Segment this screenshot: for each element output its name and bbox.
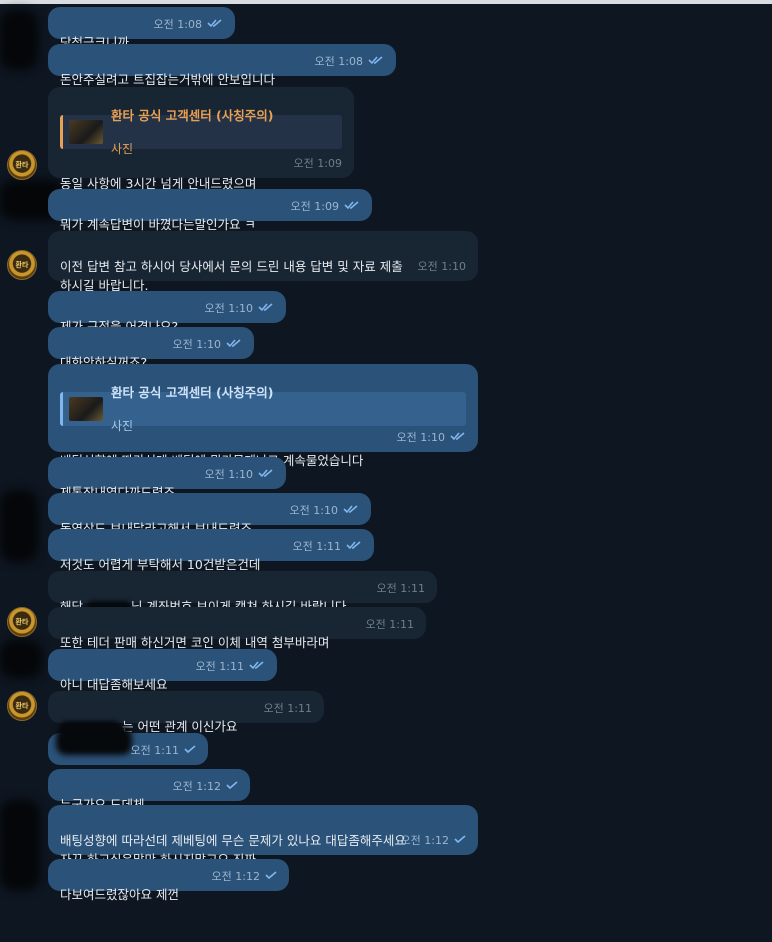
message-bubble-outgoing[interactable]: 제가 규정을 어겼나요? 오전 1:10 — [48, 291, 286, 334]
message-bubble-outgoing[interactable]: 당첨금크니까 오전 1:08 — [48, 7, 235, 50]
avatar[interactable]: 환타 — [7, 250, 37, 280]
avatar-label: 환타 — [15, 702, 29, 710]
window-top-edge — [0, 0, 772, 4]
message-bubble-outgoing[interactable]: 환타 공식 고객센터 (사칭주의) 사진 베팅성향에 따라선데 베팅에 뭐가문제… — [48, 364, 478, 468]
double-check-icon — [343, 501, 359, 520]
message-bubble-outgoing[interactable]: 뭐가 계속답변이 바꼈다는말인가요 ㅋ 오전 1:09 — [48, 189, 372, 232]
redaction-blur — [0, 10, 38, 70]
message-bubble-incoming[interactable]: 또한 테더 판매 하신거면 코인 이체 내역 첨부바라며 오전 1:11 — [48, 607, 426, 650]
avatar[interactable]: 환타 — [7, 150, 37, 180]
avatar-label: 환타 — [15, 161, 29, 169]
reply-preview[interactable]: 환타 공식 고객센터 (사칭주의) 사진 — [60, 108, 342, 156]
message-bubble-outgoing[interactable]: 저것도 어렵게 부탁해서 10건받은건데 오전 1:11 — [48, 529, 374, 572]
redaction-blur — [0, 490, 38, 562]
single-check-icon — [454, 831, 466, 850]
reply-subtitle: 사진 — [111, 419, 134, 433]
avatar-label: 환타 — [15, 261, 29, 269]
single-check-icon — [265, 867, 277, 886]
message-bubble-outgoing[interactable]: 배팅성향에 따라선데 제베팅에 무슨 문제가 있나요 대답좀해주세요 자꾸 하고… — [48, 805, 478, 867]
reply-subtitle: 사진 — [111, 142, 134, 156]
message-time: 오전 1:10 — [397, 428, 466, 447]
message-bubble-outgoing[interactable]: 아니 대답좀해보세요 오전 1:11 — [48, 649, 277, 692]
message-bubble-incoming[interactable]: 는 어떤 관계 이신가요 오전 1:11 — [48, 691, 324, 735]
message-bubble-incoming[interactable]: 해당 님 계좌번호 보이게 캡쳐 하시길 바랍니다 오전 1:11 — [48, 571, 437, 614]
avatar-label: 환타 — [15, 618, 29, 626]
message-time: 오전 1:10 — [205, 465, 274, 484]
avatar[interactable]: 환타 — [7, 607, 37, 637]
message-time: 오전 1:11 — [293, 537, 362, 556]
reply-thumbnail — [69, 120, 103, 144]
message-bubble-outgoing[interactable]: 대화안하실꺼죠? 오전 1:10 — [48, 327, 254, 370]
double-check-icon — [346, 537, 362, 556]
message-bubble-outgoing[interactable]: 돈안주실려고 트집잡는거밖에 안보입니다 오전 1:08 — [48, 44, 396, 87]
message-time: 오전 1:10 — [290, 501, 359, 520]
avatar[interactable]: 환타 — [7, 691, 37, 721]
double-check-icon — [450, 428, 466, 447]
reply-title: 환타 공식 고객센터 (사칭주의) — [111, 385, 274, 400]
message-time: 오전 1:12 — [401, 831, 466, 850]
message-time: 오전 1:11 — [376, 582, 425, 595]
message-time: 오전 1:11 — [196, 657, 265, 676]
message-time: 오전 1:11 — [263, 702, 312, 715]
message-time: 오전 1:10 — [417, 260, 466, 273]
message-time: 오전 1:09 — [293, 157, 342, 170]
reply-preview[interactable]: 환타 공식 고객센터 (사칭주의) 사진 — [60, 385, 466, 433]
message-bubble-outgoing[interactable]: 동영상도 보내달라고해서 보내드렷죠 오전 1:10 — [48, 493, 371, 536]
message-time: 오전 1:12 — [212, 867, 277, 886]
message-bubble-outgoing[interactable]: 제통장내역다까드렸죠 오전 1:10 — [48, 457, 286, 500]
message-time: 오전 1:12 — [173, 777, 238, 796]
double-check-icon — [207, 15, 223, 34]
message-bubble-incoming[interactable]: 이전 답변 참고 하시어 당사에서 문의 드린 내용 답변 및 자료 제출 하시… — [48, 231, 478, 293]
double-check-icon — [258, 465, 274, 484]
message-bubble-outgoing[interactable]: 오전 1:11 — [48, 727, 208, 765]
message-bubble-outgoing[interactable]: 다보여드렸잖아요 제껀 오전 1:12 — [48, 859, 289, 902]
message-time: 오전 1:11 — [131, 741, 196, 760]
double-check-icon — [249, 657, 265, 676]
message-time: 오전 1:11 — [365, 618, 414, 631]
double-check-icon — [344, 197, 360, 216]
message-bubble-outgoing[interactable]: 누군가요 도데체 오전 1:12 — [48, 769, 250, 812]
single-check-icon — [184, 741, 196, 760]
redacted-content — [56, 727, 132, 755]
message-time: 오전 1:08 — [315, 52, 384, 71]
redaction-blur — [0, 640, 42, 678]
message-time: 오전 1:08 — [154, 15, 223, 34]
double-check-icon — [368, 52, 384, 71]
message-time: 오전 1:10 — [173, 335, 242, 354]
reply-title: 환타 공식 고객센터 (사칭주의) — [111, 108, 274, 123]
message-time: 오전 1:10 — [205, 299, 274, 318]
single-check-icon — [226, 777, 238, 796]
reply-thumbnail — [69, 397, 103, 421]
message-time: 오전 1:09 — [291, 197, 360, 216]
message-text: 이전 답변 참고 하시어 당사에서 문의 드린 내용 답변 및 자료 제출 하시… — [60, 259, 403, 293]
redaction-blur — [0, 800, 40, 890]
message-bubble-incoming[interactable]: 환타 공식 고객센터 (사칭주의) 사진 동일 사항에 3시간 넘게 안내드렸으… — [48, 87, 354, 210]
double-check-icon — [226, 335, 242, 354]
double-check-icon — [258, 299, 274, 318]
